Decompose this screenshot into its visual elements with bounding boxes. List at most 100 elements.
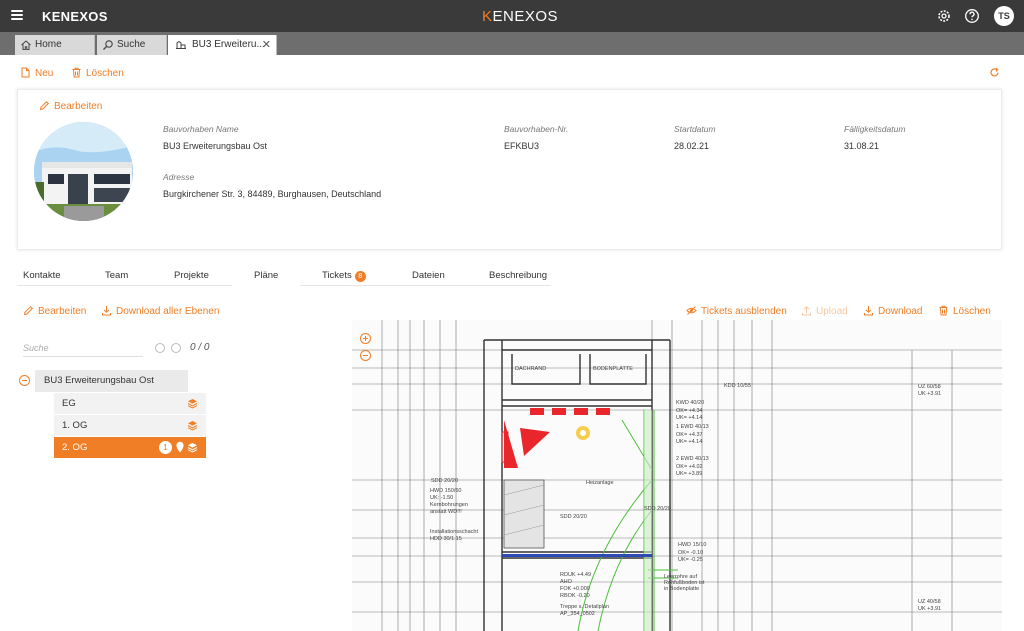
due-value: 31.08.21 <box>844 141 880 151</box>
user-avatar[interactable]: TS <box>994 6 1014 26</box>
search-icon <box>103 40 113 50</box>
layers-icon <box>187 443 198 453</box>
zoom-out-button[interactable] <box>360 350 371 361</box>
next-result-button[interactable] <box>171 343 181 353</box>
download-icon <box>864 306 873 316</box>
tickets-count-badge: 8 <box>354 271 366 282</box>
trash-icon <box>939 305 948 316</box>
name-value: BU3 Erweiterungsbau Ost <box>163 141 268 151</box>
tab-label: Home <box>35 39 62 50</box>
drawing-label: Heizanlage <box>586 480 614 486</box>
download-all-button[interactable]: Download aller Ebenen <box>101 305 219 317</box>
drawing-label: AHO <box>560 579 573 585</box>
plans-edit-button[interactable]: Bearbeiten <box>23 305 86 317</box>
start-label: Startdatum <box>674 124 716 134</box>
drawing-label: DACHRAND <box>515 366 546 372</box>
drawing-label: OK= +4.02 <box>676 464 703 470</box>
floor-plan-drawing: SDD 20/20 HWD 150/60 UK: -1.50 Kernbohru… <box>352 320 1002 631</box>
tab-projekte[interactable]: Projekte <box>174 270 209 281</box>
app-title: KENEXOS <box>42 9 108 24</box>
drawing-label: Treppe s. Detailplan <box>560 604 609 610</box>
refresh-icon[interactable] <box>989 67 1000 78</box>
help-icon[interactable] <box>964 8 980 24</box>
address-label: Adresse <box>163 172 195 182</box>
drawing-label: KWD 40/20 <box>676 400 704 406</box>
tab-bu3[interactable]: BU3 Erweiteru... ✕ <box>168 35 277 55</box>
close-icon[interactable]: ✕ <box>262 35 271 55</box>
drawing-label: in Bodenplatte <box>664 586 699 592</box>
new-file-icon <box>21 67 30 78</box>
plan-search-input[interactable]: Suche <box>23 339 143 357</box>
blueprint-icon <box>176 40 186 49</box>
upload-button[interactable]: Upload <box>801 305 848 317</box>
project-card <box>17 89 1002 250</box>
tab-team[interactable]: Team <box>105 270 128 281</box>
drawing-label: UZ 40/58 <box>918 599 941 605</box>
level-item-2og[interactable]: 2. OG 1 <box>54 437 206 458</box>
pin-icon <box>176 441 184 453</box>
tab-dateien[interactable]: Dateien <box>412 270 445 281</box>
ticket-count-badge: 1 <box>159 441 172 454</box>
drawing-label: anstatt WD!!! <box>430 509 462 515</box>
card-edit-button[interactable]: Bearbeiten <box>39 100 102 112</box>
tab-plaene[interactable]: Pläne <box>254 270 278 281</box>
plans-delete-button[interactable]: Löschen <box>938 305 991 317</box>
drawing-label: OK= +4.34 <box>676 408 703 414</box>
delete-button[interactable]: Löschen <box>71 67 124 79</box>
drawing-label: UK: -1.50 <box>430 495 453 501</box>
drawing-label: FOK +0.000 <box>560 586 590 592</box>
tab-label: Suche <box>117 39 146 50</box>
tab-suche[interactable]: Suche <box>97 35 167 55</box>
gear-icon[interactable] <box>936 8 952 24</box>
tab-home[interactable]: Home <box>15 35 95 55</box>
tab-label: BU3 Erweiteru... <box>192 39 265 50</box>
nr-value: EFKBU3 <box>504 141 540 151</box>
prev-result-button[interactable] <box>155 343 165 353</box>
layers-icon <box>187 399 198 409</box>
active-tab-indicator <box>232 285 300 287</box>
drawing-label: SDD 20/20 <box>644 506 671 512</box>
drawing-label: BODENPLATTE <box>593 366 633 372</box>
drawing-label: OK= -0.10 <box>678 550 703 556</box>
drawing-label: UK +3.91 <box>918 391 941 397</box>
tab-beschreibung[interactable]: Beschreibung <box>489 270 547 281</box>
drawing-label: HDD 30/1.15 <box>430 536 462 542</box>
name-label: Bauvorhaben Name <box>163 124 239 134</box>
tab-tickets[interactable]: Tickets 8 <box>322 270 366 282</box>
drawing-label: UK= -0.25 <box>678 557 703 563</box>
drawing-label: HWD 150/60 <box>430 488 462 494</box>
kenexos-logo: KENEXOS <box>482 8 559 25</box>
tree-root-item[interactable]: BU3 Erweiterungsbau Ost <box>35 370 188 392</box>
download-icon <box>102 306 111 316</box>
drawing-label: 2 EWD 40/13 <box>676 456 709 462</box>
plan-viewer[interactable]: SDD 20/20 HWD 150/60 UK: -1.50 Kernbohru… <box>352 320 1002 631</box>
collapse-icon[interactable] <box>19 375 30 386</box>
drawing-label: UK +3.91 <box>918 606 941 612</box>
address-value: Burgkirchener Str. 3, 84489, Burghausen,… <box>163 189 382 199</box>
top-bar: KENEXOS KENEXOS TS <box>0 0 1024 32</box>
drawing-label: UK= +4.14 <box>676 415 702 421</box>
drawing-label: RBOK -0.20 <box>560 593 590 599</box>
zoom-in-button[interactable] <box>360 333 371 344</box>
project-photo <box>34 122 133 221</box>
pencil-icon <box>23 305 34 316</box>
drawing-label: RDUK +4.49 <box>560 572 591 578</box>
level-item-eg[interactable]: EG <box>54 393 206 414</box>
download-button[interactable]: Download <box>863 305 922 317</box>
level-item-1og[interactable]: 1. OG <box>54 415 206 436</box>
new-button[interactable]: Neu <box>20 67 53 79</box>
drawing-label: HWD 15/10 <box>678 542 706 548</box>
due-label: Fälligkeitsdatum <box>844 124 906 134</box>
drawing-label: UZ 60/58 <box>918 384 941 390</box>
start-value: 28.02.21 <box>674 141 710 151</box>
drawing-label: UK= +4.14 <box>676 439 702 445</box>
drawing-label: KDD 10/55 <box>724 383 751 389</box>
menu-icon[interactable] <box>11 10 23 20</box>
pencil-icon <box>39 100 50 111</box>
drawing-label: 1 EWD 40/13 <box>676 424 709 430</box>
hide-tickets-button[interactable]: Tickets ausblenden <box>686 305 787 317</box>
home-icon <box>21 40 31 50</box>
tab-kontakte[interactable]: Kontakte <box>23 270 61 281</box>
drawing-label: Installationsschacht <box>430 529 478 535</box>
search-result-counter: 0 / 0 <box>190 342 210 353</box>
